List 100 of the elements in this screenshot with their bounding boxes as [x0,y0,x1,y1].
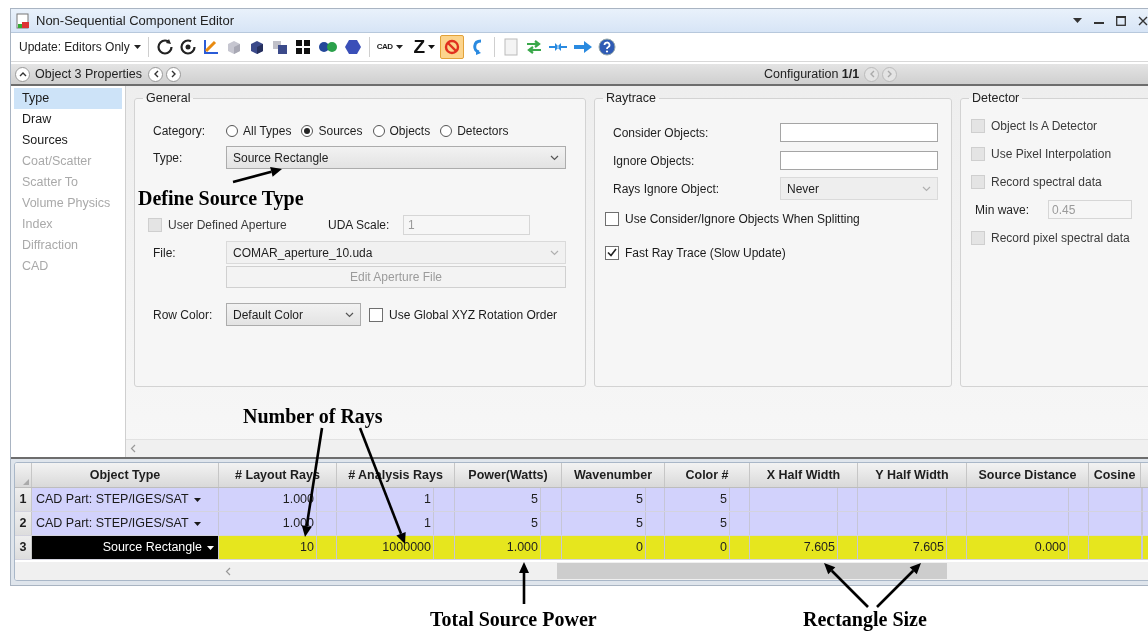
group-title: General [145,90,192,107]
radio-label: Sources [318,122,363,140]
column-header[interactable]: Object Type [32,463,219,487]
column-header[interactable]: X Half Width [750,463,858,487]
field-label: Row Color: [153,306,214,324]
field-label: Rays Ignore Object: [613,180,721,198]
caret-icon [193,521,201,526]
update-dropdown[interactable]: Update: Editors Only [19,38,141,56]
annotation-arrow [232,167,282,184]
column-header[interactable]: Color # [665,463,750,487]
chevron-left-icon [868,70,875,78]
previous-button[interactable] [148,66,163,82]
configuration-label: Configuration 1/1 [764,65,860,83]
column-header[interactable]: Y Half Width [858,463,967,487]
table-cell-text: 1 [423,491,432,509]
horizontal-scrollbar[interactable] [126,439,1148,457]
radio-button[interactable] [301,124,314,137]
caret-icon [395,45,403,49]
column-header[interactable]: Power(Watts) [455,463,562,487]
caret-icon [193,497,201,502]
object-type-cell[interactable]: Source Rectangle [32,536,219,559]
annotation-label: Total Source Power [430,607,597,631]
checkbox-label: Use Consider/Ignore Objects When Splitting [625,210,860,228]
checkbox[interactable] [605,245,619,260]
sidebar-item[interactable]: Sources [14,130,122,151]
chevron-icon [922,185,931,192]
field-label: Ignore Objects: [613,152,696,170]
table-row[interactable]: 3 Source Rectangle 10 1000000 1.000 0 0 7.605 7.605 0.000 [15,536,1148,560]
refresh-icon[interactable] [155,38,174,56]
checkbox-label: User Defined Aperture [168,216,287,234]
chevron-icon [345,311,354,318]
field-label: Category: [153,122,207,140]
table-cell-text: 7.605 [802,539,836,557]
text-field[interactable] [780,123,938,143]
chevron-icon [550,249,559,256]
right-arrow-icon[interactable] [573,38,594,56]
checkbox[interactable] [605,211,619,226]
checkbox-label: Object Is A Detector [991,117,1098,135]
radio-label: Objects [389,122,431,140]
grid-icon[interactable] [293,38,312,56]
caret-icon [133,45,141,49]
caret-icon [428,45,436,49]
chevron-icon [550,154,559,161]
swap-arrows-icon[interactable] [525,38,544,56]
annotation-arrow [876,563,921,608]
caret-icon [207,545,214,550]
checkbox[interactable] [369,307,383,322]
radio-button[interactable] [440,124,453,137]
window-title: Non-Sequential Component Editor [36,11,234,30]
sidebar-item[interactable]: Type [14,88,122,109]
menu-caret-icon[interactable] [1073,18,1082,23]
stop-button[interactable] [440,35,465,59]
radio-button[interactable] [372,124,385,137]
type-dropdown[interactable]: Source Rectangle [226,146,566,170]
table-cell-text: 10 [299,539,315,557]
table-cell-text: 5 [530,515,539,533]
help-icon[interactable] [598,38,617,56]
object-type-cell[interactable]: CAD Part: STEP/IGES/SAT [32,488,219,511]
properties-title: Object 3 Properties [35,65,142,83]
radio-label: Detectors [457,122,509,140]
chevron-right-icon [170,70,177,78]
table-cell-text: 0 [635,539,644,557]
next-button[interactable] [166,66,181,82]
checkbox-label: Fast Ray Trace (Slow Update) [625,244,786,262]
maximize-icon[interactable] [1116,15,1126,26]
radio-button[interactable] [226,124,238,137]
axes-icon[interactable] [201,38,220,56]
radio-label: All Types [243,122,292,140]
table-cell-text: 5 [719,491,728,509]
sidebar-item[interactable]: Draw [14,109,122,130]
refresh-icon[interactable] [178,38,197,56]
table-cell-text: 5 [635,515,644,533]
field-label: Min wave: [975,201,1031,219]
corner-triangle-icon [23,479,29,485]
table-cell-text: 1 [423,515,432,533]
annotation-label: Number of Rays [243,404,383,428]
close-icon[interactable] [1138,15,1148,26]
collapse-button[interactable] [15,66,30,82]
row-color-dropdown[interactable]: Default Color [226,303,361,327]
text-field[interactable] [780,151,938,171]
field-label: UDA Scale: [328,216,391,234]
table-cell-text: 5 [635,491,644,509]
cad-dropdown[interactable]: CAD [376,41,403,53]
column-header[interactable]: Cosine [1089,463,1141,487]
column-header[interactable]: Wavenumber [562,463,665,487]
group-title: Detector [971,90,1021,107]
cubes-icon[interactable] [270,38,289,56]
object-type-cell[interactable]: CAD Part: STEP/IGES/SAT [32,512,219,535]
checkbox-label: Use Global XYZ Rotation Order [389,306,558,324]
table-scrollbar[interactable] [15,562,1148,580]
checkbox-label: Record spectral data [991,173,1102,191]
field-label: File: [153,244,177,262]
table-cell-text: 5 [719,515,728,533]
column-header[interactable]: Source Distance [967,463,1089,487]
table-cell-text: 0.000 [1033,539,1067,557]
table-cell-text: 1.000 [505,539,539,557]
z-dropdown[interactable]: Z [413,32,436,62]
hexagon-icon[interactable] [343,38,362,56]
table-cell-text: 5 [530,491,539,509]
group-title: Raytrace [605,90,658,107]
